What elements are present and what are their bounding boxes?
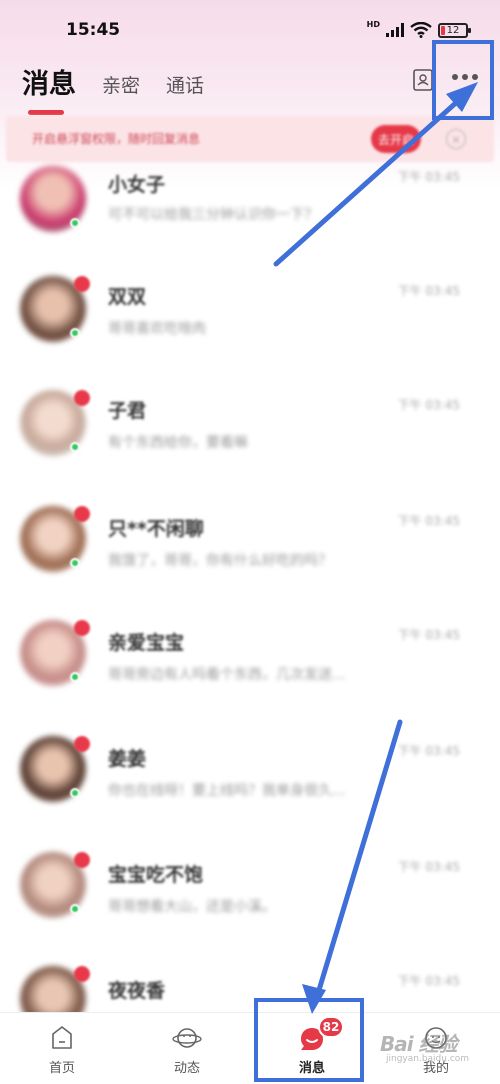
tab-messages[interactable]: 消息 — [22, 62, 76, 115]
home-icon — [52, 1026, 72, 1049]
banner-text: 开启悬浮窗权限，随时回复消息 — [32, 132, 201, 146]
status-bar: 15:45 HD 12 — [0, 0, 500, 60]
unread-badge — [74, 966, 90, 982]
unread-badge — [74, 736, 90, 752]
close-icon[interactable]: × — [446, 129, 466, 149]
online-indicator — [70, 904, 80, 914]
tab-intimate[interactable]: 亲密 — [102, 71, 140, 101]
signal-icon — [386, 23, 404, 37]
online-indicator — [70, 328, 80, 338]
message-time: 下午 03:45 — [397, 284, 460, 298]
contact-name: 子君 — [108, 400, 147, 422]
highlight-box-more — [432, 40, 494, 120]
list-item[interactable]: 只**不闲聊 我饿了，哥哥，你有什么好吃的吗？ 下午 03:45 — [0, 506, 500, 622]
message-time: 下午 03:45 — [397, 860, 460, 874]
battery-icon: 12 — [438, 22, 471, 38]
message-preview: 哥哥想看大山，还是小溪。 — [108, 899, 276, 915]
avatar — [20, 852, 90, 918]
list-item[interactable]: 小女子 可不可以给我三分钟认识你一下？ 下午 03:45 — [0, 162, 500, 278]
contact-name: 亲爱宝宝 — [108, 632, 185, 654]
message-preview: 哥哥喜欢吃啥肉 — [108, 321, 206, 337]
status-indicators: HD 12 — [366, 18, 471, 42]
message-time: 下午 03:45 — [397, 170, 460, 184]
message-time: 下午 03:45 — [397, 974, 460, 988]
unread-badge — [74, 390, 90, 406]
nav-home[interactable]: 首页 — [12, 1013, 112, 1084]
message-preview: 我饿了，哥哥，你有什么好吃的吗？ — [108, 553, 332, 569]
list-item[interactable]: 双双 哥哥喜欢吃啥肉 下午 03:45 — [0, 276, 500, 392]
hd-label: HD — [366, 19, 380, 29]
contact-name: 小女子 — [108, 174, 166, 196]
list-item[interactable]: 宝宝吃不饱 哥哥想看大山，还是小溪。 下午 03:45 — [0, 852, 500, 968]
unread-badge — [74, 620, 90, 636]
contact-name: 宝宝吃不饱 — [108, 864, 204, 886]
nav-label: 动态 — [173, 1061, 200, 1076]
message-time: 下午 03:45 — [397, 744, 460, 758]
battery-level: 12 — [446, 24, 460, 36]
message-preview: 你也在线呀！要上线吗？我单身很久... — [108, 783, 346, 799]
avatar — [20, 276, 90, 342]
tab-active-indicator — [28, 110, 64, 115]
avatar — [20, 390, 90, 456]
contact-name: 夜夜香 — [108, 980, 166, 1002]
contact-name: 只**不闲聊 — [108, 518, 204, 540]
list-item[interactable]: 亲爱宝宝 哥哥旁边有人吗看个东西，几次发送... 下午 03:45 — [0, 620, 500, 736]
online-indicator — [70, 672, 80, 682]
avatar — [20, 506, 90, 572]
list-item[interactable]: 子君 有个东西给你，要看嘛 下午 03:45 — [0, 390, 500, 506]
message-preview: 哥哥旁边有人吗看个东西，几次发送... — [108, 667, 346, 683]
avatar — [20, 620, 90, 686]
unread-badge — [74, 506, 90, 522]
permission-banner: 开启悬浮窗权限，随时回复消息 去开启 × — [6, 116, 494, 162]
message-time: 下午 03:45 — [397, 628, 460, 642]
list-item[interactable]: 姜姜 你也在线呀！要上线吗？我单身很久... 下午 03:45 — [0, 736, 500, 852]
enable-button[interactable]: 去开启 — [371, 125, 421, 153]
unread-badge — [74, 852, 90, 868]
contact-name: 双双 — [108, 286, 147, 308]
contact-name: 姜姜 — [108, 748, 147, 770]
wifi-icon — [410, 22, 432, 38]
avatar — [20, 166, 86, 232]
avatar — [20, 736, 90, 802]
message-time: 下午 03:45 — [397, 398, 460, 412]
unread-badge — [74, 276, 90, 292]
status-time: 15:45 — [66, 20, 121, 40]
message-preview: 可不可以给我三分钟认识你一下？ — [108, 207, 318, 223]
header-tabs: 消息 亲密 通话 — [22, 62, 204, 115]
online-indicator — [70, 558, 80, 568]
nav-moments[interactable]: 动态 — [137, 1013, 237, 1084]
planet-icon — [172, 1028, 202, 1048]
nav-label: 首页 — [48, 1061, 75, 1076]
watermark-url: jingyan.baidu.com — [386, 1054, 470, 1064]
online-indicator — [70, 218, 80, 228]
tab-calls[interactable]: 通话 — [166, 71, 204, 101]
tab-label: 消息 — [22, 69, 76, 100]
online-indicator — [70, 442, 80, 452]
message-preview: 有个东西给你，要看嘛 — [108, 435, 248, 451]
message-time: 下午 03:45 — [397, 514, 460, 528]
online-indicator — [70, 788, 80, 798]
watermark-logo: Bai 经验 — [380, 1032, 458, 1056]
highlight-box-messages — [254, 998, 364, 1082]
